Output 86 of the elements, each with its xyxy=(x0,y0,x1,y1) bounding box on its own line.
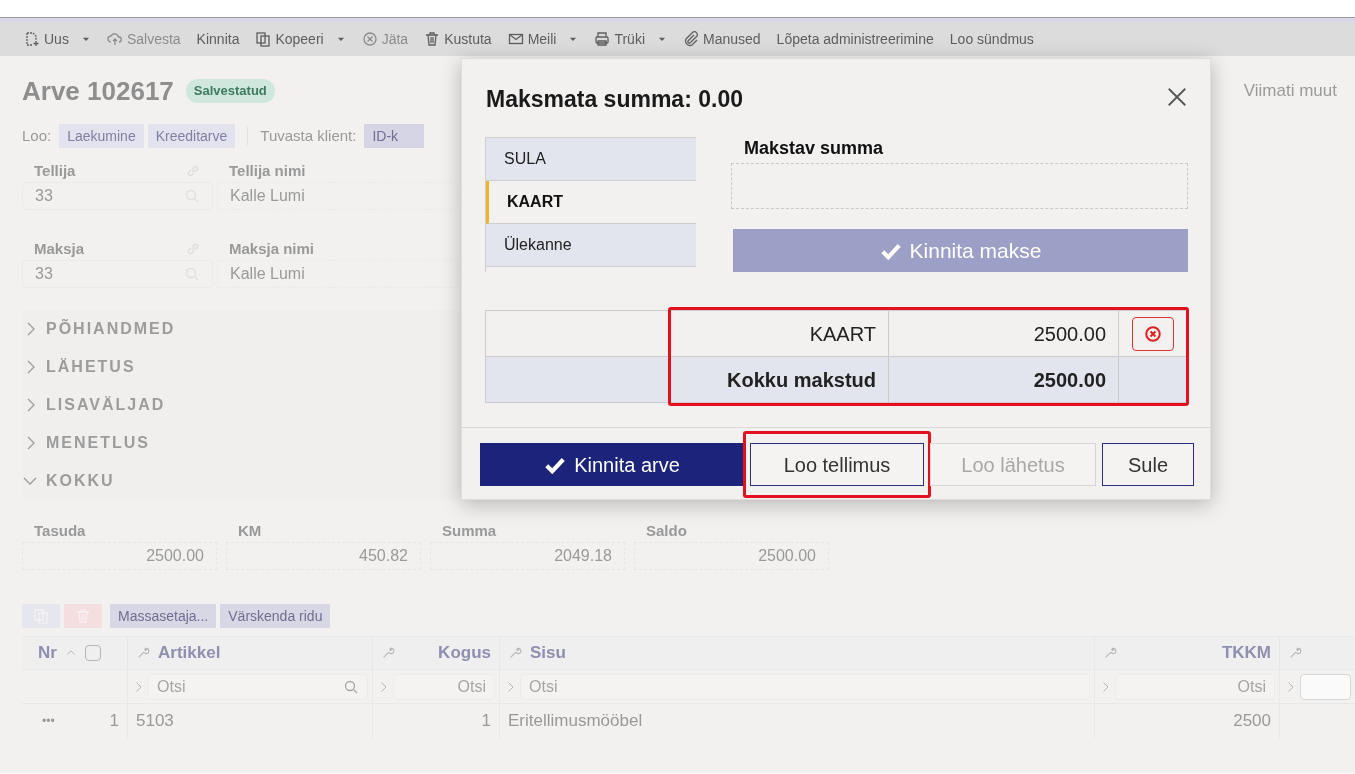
payment-method-tab[interactable]: SULA xyxy=(486,138,696,181)
column-header[interactable]: Sisu xyxy=(530,640,566,666)
cloud-upload-icon xyxy=(106,31,123,47)
confirm-payment-button[interactable]: Kinnita makse xyxy=(733,229,1188,272)
dialog-button[interactable]: Kinnita arve xyxy=(480,443,744,486)
checkbox[interactable] xyxy=(84,645,101,661)
copy-icon xyxy=(255,31,272,47)
grid-button[interactable]: Värskenda ridu xyxy=(220,604,331,628)
total-label: Kokku makstud xyxy=(727,367,876,393)
toolbar-button[interactable]: Manused xyxy=(683,28,761,50)
new-document-icon xyxy=(24,31,40,47)
create-label: Loo: xyxy=(22,125,52,146)
payment-amount-cell-text: 2500.00 xyxy=(1033,321,1106,347)
toolbar-button[interactable]: Trüki xyxy=(594,28,667,50)
invoice-title: Arve 102617 xyxy=(22,74,174,108)
column-header[interactable]: Artikkel xyxy=(158,640,221,666)
filter-field[interactable]: Otsi xyxy=(393,673,495,700)
field-label: Maksja nimi xyxy=(228,239,316,259)
total-label: Tasuda xyxy=(33,521,87,541)
total-label: KM xyxy=(237,521,263,541)
customer-code-field[interactable]: 33 xyxy=(22,260,213,288)
trash-icon xyxy=(424,31,441,47)
total-value-field: 2500.00 xyxy=(22,542,217,570)
customer-name-field[interactable]: Kalle Lumi xyxy=(217,260,457,288)
total-value-field: 2049.18 xyxy=(430,542,625,570)
table-cell-text: 5103 xyxy=(136,710,174,733)
toolbar-button[interactable]: Kinnita xyxy=(196,28,240,50)
identify-client-label: Tuvasta klient: xyxy=(260,125,357,146)
field-label: Tellija nimi xyxy=(228,161,307,181)
wrench-icon xyxy=(1103,646,1117,660)
total-value-field: 2500.00 xyxy=(634,542,829,570)
amount-field[interactable] xyxy=(731,163,1188,209)
table-cell-text: 1 xyxy=(109,710,119,733)
amount-label: Makstav summa xyxy=(744,137,885,160)
customer-name-field[interactable]: Kalle Lumi xyxy=(217,182,457,210)
table-cell-text: Eritellimusmööbel xyxy=(508,710,643,733)
filter-field[interactable]: Otsi xyxy=(148,673,368,700)
toolbar-button[interactable]: Uus xyxy=(24,28,91,50)
payment-method-tab[interactable]: Ülekanne xyxy=(486,224,696,267)
wrench-icon xyxy=(1288,646,1302,660)
toolbar-button[interactable]: Kopeeri xyxy=(255,28,346,50)
payment-method-tab[interactable]: KAART xyxy=(486,181,696,224)
remove-circle-icon xyxy=(1144,324,1162,343)
wrench-icon xyxy=(508,646,522,660)
close-icon xyxy=(1166,86,1188,108)
table-cell-text: 2500 xyxy=(1233,710,1271,733)
toolbar-button[interactable]: Kustuta xyxy=(424,28,492,50)
id-card-button[interactable]: ID-k xyxy=(364,124,425,148)
column-header[interactable]: Kogus xyxy=(438,640,491,666)
create-button[interactable]: Laekumine xyxy=(59,124,144,148)
row-menu[interactable]: ••• xyxy=(42,712,55,730)
last-modified-label: Viimati muut xyxy=(1243,80,1337,103)
printer-icon xyxy=(594,31,611,47)
cancel-circle-icon xyxy=(361,31,378,47)
payment-method-cell-text: KAART xyxy=(809,321,876,347)
toolbar-button[interactable]: Meili xyxy=(507,28,579,50)
field-label: Tellija xyxy=(34,160,76,181)
toolbar-button[interactable]: Lõpeta administreerimine xyxy=(776,28,934,50)
total-amount: 2500.00 xyxy=(1033,367,1106,393)
dialog-button[interactable]: Loo tellimus xyxy=(750,443,924,486)
filter-field[interactable]: Otsi xyxy=(1115,673,1275,700)
close-button[interactable] xyxy=(1166,86,1188,108)
filter-field[interactable] xyxy=(1300,673,1351,700)
field-value: 33 xyxy=(35,264,53,284)
wrench-icon xyxy=(136,646,150,660)
table-cell-text: 1 xyxy=(481,710,491,733)
create-button[interactable]: Kreeditarve xyxy=(147,124,236,148)
wrench-icon xyxy=(381,646,395,660)
dialog-button[interactable]: Sule xyxy=(1102,443,1194,486)
customer-code-field[interactable]: 33 xyxy=(22,182,213,210)
field-label: Maksja xyxy=(34,238,85,259)
grid-button[interactable]: Massasetaja... xyxy=(110,604,217,628)
toolbar-button[interactable]: Loo sündmus xyxy=(949,28,1034,50)
field-value: 33 xyxy=(35,186,53,206)
status-badge: Salvestatud xyxy=(185,79,275,103)
envelope-icon xyxy=(507,31,524,47)
filter-field[interactable]: Otsi xyxy=(520,673,1090,700)
search-icon xyxy=(343,678,359,695)
column-header[interactable]: Nr xyxy=(38,640,57,666)
paperclip-icon xyxy=(683,31,699,47)
dialog-title: Maksmata summa: 0.00 xyxy=(486,84,743,114)
total-label: Saldo xyxy=(645,521,688,541)
total-label: Summa xyxy=(441,521,498,541)
remove-payment-button[interactable] xyxy=(1132,316,1174,351)
column-header[interactable]: TKKM xyxy=(1221,640,1271,666)
total-value-field: 450.82 xyxy=(226,542,421,570)
